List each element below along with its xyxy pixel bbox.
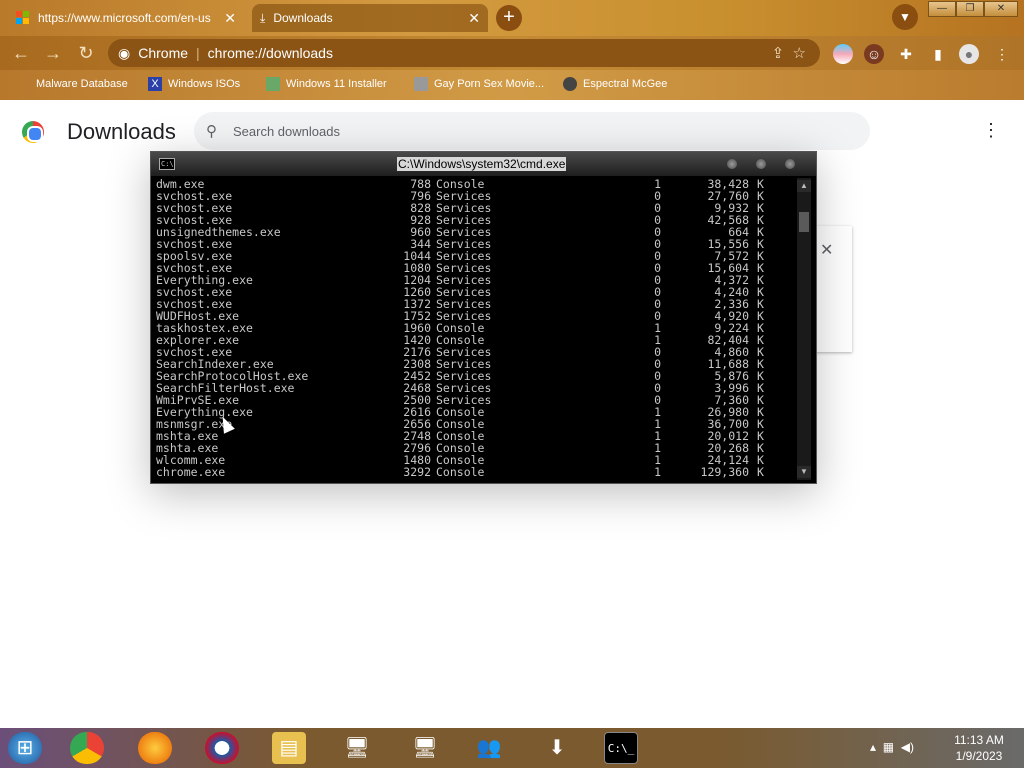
network-setup-2-taskbar-icon[interactable]: 🖥 [408, 732, 442, 764]
start-button[interactable]: ⊞ [8, 732, 42, 764]
clock[interactable]: 11:13 AM 1/9/2023 [944, 732, 1014, 764]
page-title: Downloads [67, 119, 176, 144]
separator: | [196, 45, 200, 61]
process-pid: 3292 [403, 465, 431, 479]
minimize-button[interactable] [727, 159, 737, 169]
close-tab-icon[interactable]: ✕ [224, 10, 236, 27]
search-icon: ⚲ [206, 123, 217, 140]
side-panel-icon[interactable]: ▮ [928, 44, 948, 64]
memory-usage: 129,360 [700, 465, 749, 479]
extensions-puzzle-icon[interactable]: ✚ [896, 44, 916, 64]
scroll-thumb[interactable] [799, 212, 809, 232]
image-icon [266, 77, 280, 91]
app-icon [414, 77, 428, 91]
device-install-taskbar-icon[interactable]: ⬇ [540, 732, 574, 764]
back-icon[interactable]: ← [10, 42, 32, 64]
obama-logo-taskbar-icon[interactable] [205, 732, 239, 764]
bookmark-label: Windows ISOs [168, 78, 241, 90]
reload-icon[interactable]: ↻ [75, 42, 97, 64]
extension-flag-icon[interactable] [833, 44, 853, 64]
site-label: Chrome [138, 45, 189, 61]
cmd-taskbar-icon[interactable]: C:\_ [604, 732, 638, 764]
bookmark-label: Gay Porn Sex Movie... [434, 78, 545, 90]
process-name: chrome.exe [156, 465, 226, 479]
chrome-logo-icon [22, 121, 44, 143]
session-name: Console [436, 465, 485, 479]
bookmark-item[interactable]: Malware Database [16, 77, 128, 91]
download-icon: ⤓ [260, 10, 266, 25]
tab-title: Downloads [273, 11, 333, 25]
profile-icon[interactable]: ● [959, 44, 979, 64]
clock-time: 11:13 AM [954, 733, 1004, 747]
tab-search-chevron-icon[interactable]: ▼ [892, 4, 918, 30]
system-tray[interactable]: ▴ ▦ ◀) [870, 740, 914, 754]
new-tab-button[interactable]: + [496, 5, 522, 31]
tab-title: https://www.microsoft.com/en-us [38, 11, 211, 25]
cmd-title: C:\Windows\system32\cmd.exe [397, 157, 567, 171]
cmd-output[interactable]: dwm.exe 788 Console 1 38,428 Ksvchost.exe 796 S… [155, 178, 795, 480]
network-icon[interactable]: ▦ [883, 740, 894, 754]
bookmark-label: Windows 11 Installer [286, 78, 387, 90]
bookmark-item[interactable]: Gay Porn Sex Movie... [414, 77, 544, 91]
file-explorer-taskbar-icon[interactable]: ▤ [272, 732, 306, 764]
close-button[interactable] [785, 159, 795, 169]
address-bar[interactable]: ◉ Chrome | chrome://downloads ⇪ ☆ [108, 39, 820, 67]
volume-icon[interactable]: ◀) [901, 740, 914, 754]
tab-downloads[interactable]: ⤓ Downloads ✕ [252, 4, 488, 32]
bookmarks-bar: Malware Database X Windows ISOs Windows … [0, 70, 1024, 100]
search-placeholder: Search downloads [233, 123, 340, 139]
extension-avatar-icon[interactable]: ☺ [864, 44, 884, 64]
bookmark-item[interactable]: Windows 11 Installer [266, 77, 387, 91]
share-bookmark-icons[interactable]: ⇪ ☆ [772, 44, 806, 62]
menu-kebab-icon[interactable]: ⋮ [992, 44, 1012, 64]
scrollbar[interactable]: ▲ ▼ [797, 178, 811, 480]
people-taskbar-icon[interactable]: 👥 [472, 732, 506, 764]
tab-microsoft[interactable]: https://www.microsoft.com/en-us ✕ [8, 4, 244, 32]
remove-download-icon[interactable]: ✕ [820, 240, 833, 260]
close-tab-icon[interactable]: ✕ [468, 10, 480, 27]
bookmark-item[interactable]: Espectral McGee [563, 77, 667, 91]
session-number: 1 [654, 465, 661, 479]
cmd-window[interactable]: C:\ C:\Windows\system32\cmd.exe dwm.exe 7… [150, 151, 817, 484]
restore-button[interactable]: ❐ [956, 1, 984, 17]
close-window-button[interactable]: ✕ [984, 1, 1018, 17]
microsoft-logo-icon [16, 11, 30, 25]
maximize-button[interactable] [756, 159, 766, 169]
cmd-title-bar[interactable]: C:\ C:\Windows\system32\cmd.exe [151, 152, 816, 176]
scroll-up-icon[interactable]: ▲ [797, 180, 811, 192]
more-options-icon[interactable]: ⋮ [982, 120, 1000, 141]
malware-icon [16, 77, 30, 91]
browser-tab-strip: https://www.microsoft.com/en-us ✕ ⤓ Down… [0, 0, 1024, 36]
network-setup-taskbar-icon[interactable]: 🖥 [340, 732, 374, 764]
bookmark-label: Espectral McGee [583, 78, 668, 90]
url-text: chrome://downloads [207, 45, 333, 61]
bookmark-item[interactable]: X Windows ISOs [148, 77, 240, 91]
clock-date: 1/9/2023 [955, 749, 1003, 763]
process-row: chrome.exe 3292 Console 1 129,360 K [155, 466, 795, 478]
x-icon: X [148, 77, 162, 91]
bookmark-label: Malware Database [36, 78, 128, 90]
tray-arrow-icon[interactable]: ▴ [870, 740, 876, 754]
avatar-icon [563, 77, 577, 91]
chrome-site-icon: ◉ [118, 44, 131, 61]
cmd-icon: C:\ [159, 158, 175, 170]
minimize-button[interactable]: — [928, 1, 956, 17]
firefox-taskbar-icon[interactable] [138, 732, 172, 764]
scroll-down-icon[interactable]: ▼ [797, 466, 811, 478]
memory-unit: K [757, 465, 764, 479]
chrome-taskbar-icon[interactable] [70, 732, 104, 764]
search-downloads-input[interactable]: ⚲ Search downloads [194, 112, 870, 150]
browser-toolbar: ← → ↻ ◉ Chrome | chrome://downloads ⇪ ☆ … [0, 36, 1024, 70]
forward-icon[interactable]: → [42, 42, 64, 64]
taskbar: ⊞ ▤ 🖥 🖥 👥 ⬇ C:\_ ▴ ▦ ◀) 11:13 AM 1/9/202… [0, 728, 1024, 768]
